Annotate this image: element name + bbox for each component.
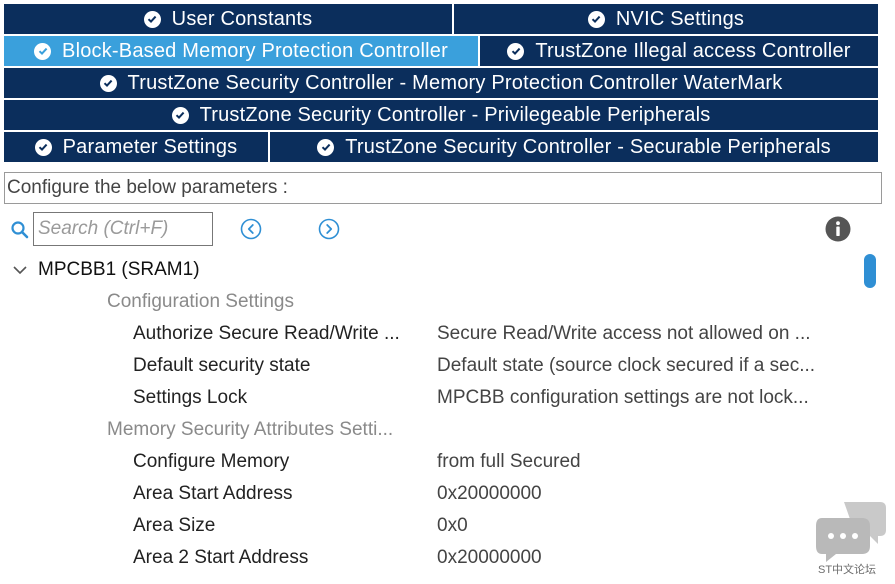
- tab-row-1: User Constants NVIC Settings: [4, 4, 878, 34]
- tab-trustzone-illegal-access-controller[interactable]: TrustZone Illegal access Controller: [480, 36, 878, 66]
- tab-bar: User Constants NVIC Settings Block-Based…: [4, 4, 878, 164]
- param-value[interactable]: 0x0: [437, 510, 468, 542]
- check-circle-icon: [507, 42, 525, 60]
- tab-label: TrustZone Security Controller - Privileg…: [199, 103, 711, 126]
- tab-label: TrustZone Illegal access Controller: [535, 39, 851, 62]
- tab-nvic-settings[interactable]: NVIC Settings: [454, 4, 878, 34]
- configure-parameters-label: Configure the below parameters :: [4, 172, 882, 204]
- scrollbar-thumb[interactable]: [864, 254, 876, 288]
- chevron-down-icon[interactable]: [12, 262, 28, 278]
- param-name[interactable]: Settings Lock: [133, 382, 247, 414]
- param-value[interactable]: 0x20000000: [437, 478, 542, 510]
- param-value[interactable]: from full Secured: [437, 446, 581, 478]
- param-name[interactable]: Default security state: [133, 350, 310, 382]
- tab-row-5: Parameter Settings TrustZone Security Co…: [4, 132, 878, 162]
- search-toolbar: [4, 212, 884, 246]
- tab-user-constants[interactable]: User Constants: [4, 4, 454, 34]
- tab-row-3: TrustZone Security Controller - Memory P…: [4, 68, 878, 98]
- section-memory-security-attributes: Memory Security Attributes Setti...: [107, 414, 393, 446]
- tab-label: Block-Based Memory Protection Controller: [62, 39, 448, 62]
- tab-label: User Constants: [171, 7, 313, 30]
- param-name[interactable]: Area Start Address: [133, 478, 292, 510]
- section-configuration-settings: Configuration Settings: [107, 286, 294, 318]
- chevron-right-circle-icon[interactable]: [318, 218, 340, 240]
- tree-group-label: MPCBB1 (SRAM1): [38, 259, 200, 280]
- param-name[interactable]: Configure Memory: [133, 446, 289, 478]
- tab-tzsc-securable-peripherals[interactable]: TrustZone Security Controller - Securabl…: [270, 132, 878, 162]
- check-circle-icon: [34, 42, 52, 60]
- param-name[interactable]: Authorize Secure Read/Write ...: [133, 318, 400, 350]
- param-value[interactable]: Default state (source clock secured if a…: [437, 350, 815, 382]
- tab-label: TrustZone Security Controller - Securabl…: [345, 135, 831, 158]
- configure-parameters-text: Configure the below parameters :: [7, 177, 288, 198]
- tab-label: Parameter Settings: [62, 135, 238, 158]
- tab-block-based-memory-protection-controller[interactable]: Block-Based Memory Protection Controller: [4, 36, 480, 66]
- tab-tzsc-privilegeable-peripherals[interactable]: TrustZone Security Controller - Privileg…: [4, 100, 878, 130]
- section-title: Configuration Settings: [107, 291, 294, 312]
- check-circle-icon: [143, 10, 161, 28]
- tab-tzsc-mpc-watermark[interactable]: TrustZone Security Controller - Memory P…: [4, 68, 878, 98]
- tab-parameter-settings[interactable]: Parameter Settings: [4, 132, 270, 162]
- section-title: Memory Security Attributes Setti...: [107, 419, 394, 440]
- check-circle-icon: [317, 138, 335, 156]
- tree-group-mpcbb1[interactable]: MPCBB1 (SRAM1): [12, 254, 200, 286]
- tab-row-4: TrustZone Security Controller - Privileg…: [4, 100, 878, 130]
- chevron-left-circle-icon[interactable]: [240, 218, 262, 240]
- check-circle-icon: [171, 106, 189, 124]
- check-circle-icon: [587, 10, 605, 28]
- param-name[interactable]: Area Size: [133, 510, 215, 542]
- search-input[interactable]: [33, 212, 213, 246]
- check-circle-icon: [99, 74, 117, 92]
- watermark-text: ST中文论坛: [818, 564, 877, 576]
- param-name[interactable]: Area 2 Start Address: [133, 542, 308, 574]
- tab-label: NVIC Settings: [615, 7, 745, 30]
- param-value[interactable]: 0x20000000: [437, 542, 542, 574]
- tab-label: TrustZone Security Controller - Memory P…: [127, 71, 783, 94]
- param-value[interactable]: MPCBB configuration settings are not loc…: [437, 382, 809, 414]
- check-circle-icon: [34, 138, 52, 156]
- search-icon[interactable]: [10, 220, 30, 240]
- tab-row-2: Block-Based Memory Protection Controller…: [4, 36, 878, 66]
- info-icon[interactable]: [825, 216, 851, 242]
- param-value[interactable]: Secure Read/Write access not allowed on …: [437, 318, 811, 350]
